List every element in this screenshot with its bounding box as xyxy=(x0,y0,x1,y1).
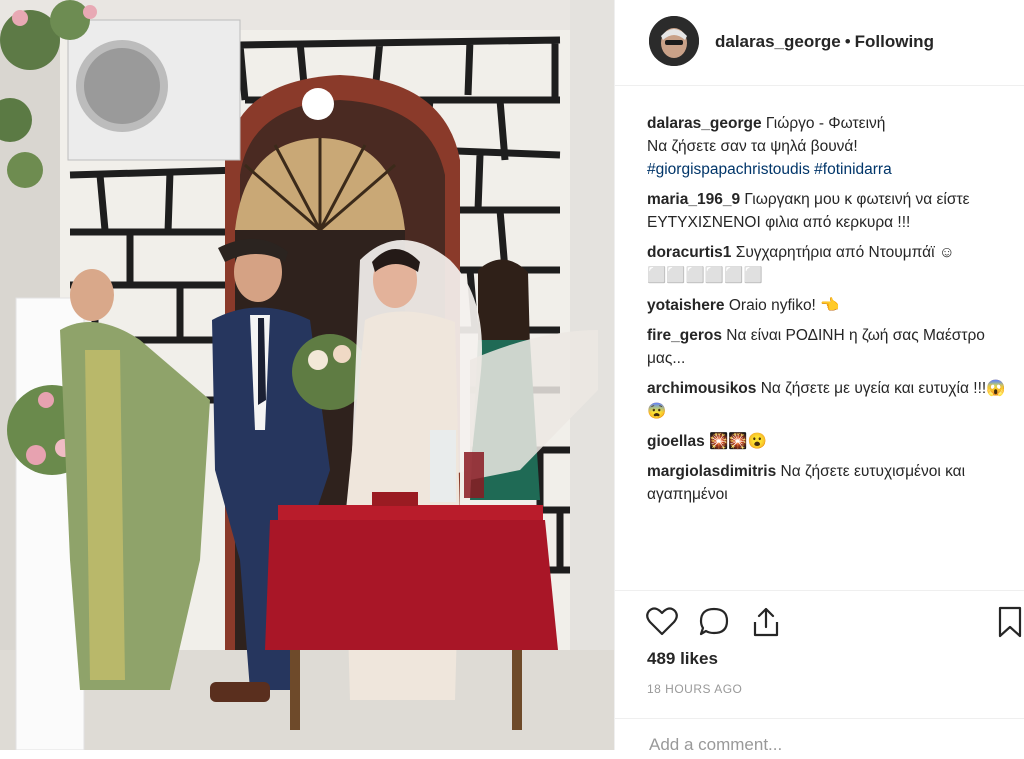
author-username[interactable]: dalaras_george xyxy=(715,32,841,51)
comment-username[interactable]: doracurtis1 xyxy=(647,244,731,261)
header-separator: • xyxy=(844,32,851,51)
post-photo[interactable] xyxy=(0,0,614,750)
comment-input[interactable] xyxy=(647,731,991,759)
list-item: doracurtis1 Συγχαρητήρια από Ντουμπάϊ ☺ … xyxy=(647,241,1007,287)
list-item: margiolasdimitris Να ζήσετε ευτυχισμένοι… xyxy=(647,460,1007,506)
hashtag-link[interactable]: #giorgispapachristoudis xyxy=(647,161,810,178)
comment-username[interactable]: gioellas xyxy=(647,433,705,450)
list-item: archimousikos Να ζήσετε με υγεία και ευτ… xyxy=(647,377,1007,423)
list-item: maria_196_9 Γιωργακη μου κ φωτεινή να εί… xyxy=(647,188,1007,234)
caption-line-1: Γιώργο - Φωτεινή xyxy=(765,115,886,132)
avatar[interactable] xyxy=(649,16,699,66)
wedding-photo xyxy=(0,0,614,750)
share-icon[interactable] xyxy=(749,605,783,639)
action-bar xyxy=(615,590,1024,650)
following-button[interactable]: Following xyxy=(855,32,934,51)
post-timestamp[interactable]: 18 HOURS AGO xyxy=(647,682,742,696)
post-header: dalaras_george • Following xyxy=(615,0,1024,86)
hashtag-link[interactable]: #fotinidarra xyxy=(814,161,892,178)
comment-username[interactable]: margiolasdimitris xyxy=(647,463,776,480)
comment-bubble-icon[interactable] xyxy=(697,605,731,639)
caption: dalaras_george Γιώργο - Φωτεινή Να ζήσετ… xyxy=(647,112,1007,181)
post-sidebar: dalaras_george • Following dalaras_george … xyxy=(614,0,1024,759)
comment-username[interactable]: maria_196_9 xyxy=(647,191,740,208)
avatar-image xyxy=(649,16,699,66)
comment-username[interactable]: archimousikos xyxy=(647,380,756,397)
header-user-info: dalaras_george • Following xyxy=(715,32,934,52)
heart-icon[interactable] xyxy=(645,605,679,639)
list-item: gioellas 🎇🎇😮 xyxy=(647,430,1007,453)
caption-username[interactable]: dalaras_george xyxy=(647,115,762,132)
comment-text: 🎇🎇😮 xyxy=(709,433,767,450)
likes-count[interactable]: 489 likes xyxy=(647,649,718,669)
comment-text: Oraio nyfiko! 👈 xyxy=(728,297,840,314)
comments-list: dalaras_george Γιώργο - Φωτεινή Να ζήσετ… xyxy=(647,112,1007,513)
comment-username[interactable]: yotaishere xyxy=(647,297,725,314)
list-item: yotaishere Oraio nyfiko! 👈 xyxy=(647,294,1007,317)
bookmark-icon[interactable] xyxy=(993,605,1024,639)
comment-username[interactable]: fire_geros xyxy=(647,327,722,344)
caption-line-2: Να ζήσετε σαν τα ψηλά βουνά! xyxy=(647,138,858,155)
list-item: fire_geros Να είναι ΡΟΔΙΝΗ η ζωή σας Μαέ… xyxy=(647,324,1007,370)
add-comment-section xyxy=(615,718,1024,759)
